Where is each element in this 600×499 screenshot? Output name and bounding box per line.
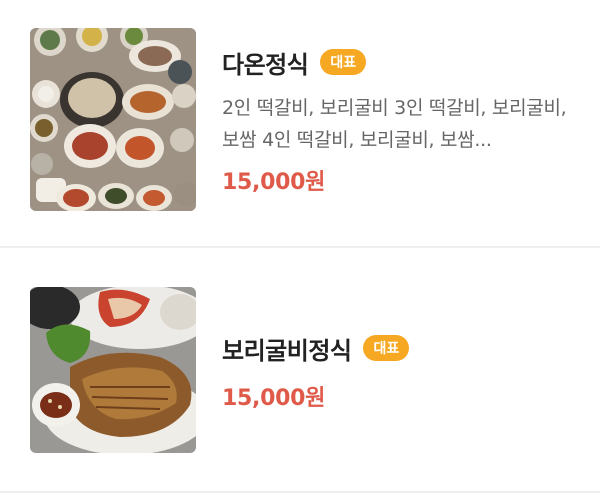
- menu-item-title-row: 보리굴비정식 대표: [222, 330, 570, 366]
- menu-item-description: 2인 떡갈비, 보리굴비 3인 떡갈비, 보리굴비, 보쌈 4인 떡갈비, 보리…: [222, 97, 567, 151]
- menu-item-info: 다온정식 대표 2인 떡갈비, 보리굴비 3인 떡갈비, 보리굴비, 보쌈 4인…: [222, 44, 570, 196]
- signature-badge: 대표: [363, 335, 410, 361]
- menu-item-name: 다온정식: [222, 50, 309, 79]
- menu-item-name: 보리굴비정식: [222, 336, 352, 365]
- divider: [0, 491, 600, 493]
- menu-item-photo[interactable]: [30, 287, 196, 453]
- food-photo-korean-set-meal: [30, 28, 196, 211]
- food-photo-grilled-croaker: [30, 287, 196, 453]
- menu-item-photo[interactable]: [30, 28, 196, 211]
- menu-item-price: 15,000원: [222, 170, 326, 195]
- menu-item-title-row: 다온정식 대표: [222, 44, 570, 80]
- menu-item-price: 15,000원: [222, 386, 326, 411]
- menu-item[interactable]: 보리굴비정식 대표 15,000원: [0, 248, 600, 493]
- menu-item-info: 보리굴비정식 대표 15,000원: [222, 330, 570, 412]
- signature-badge: 대표: [320, 49, 367, 75]
- menu-item[interactable]: 다온정식 대표 2인 떡갈비, 보리굴비 3인 떡갈비, 보리굴비, 보쌈 4인…: [0, 0, 600, 248]
